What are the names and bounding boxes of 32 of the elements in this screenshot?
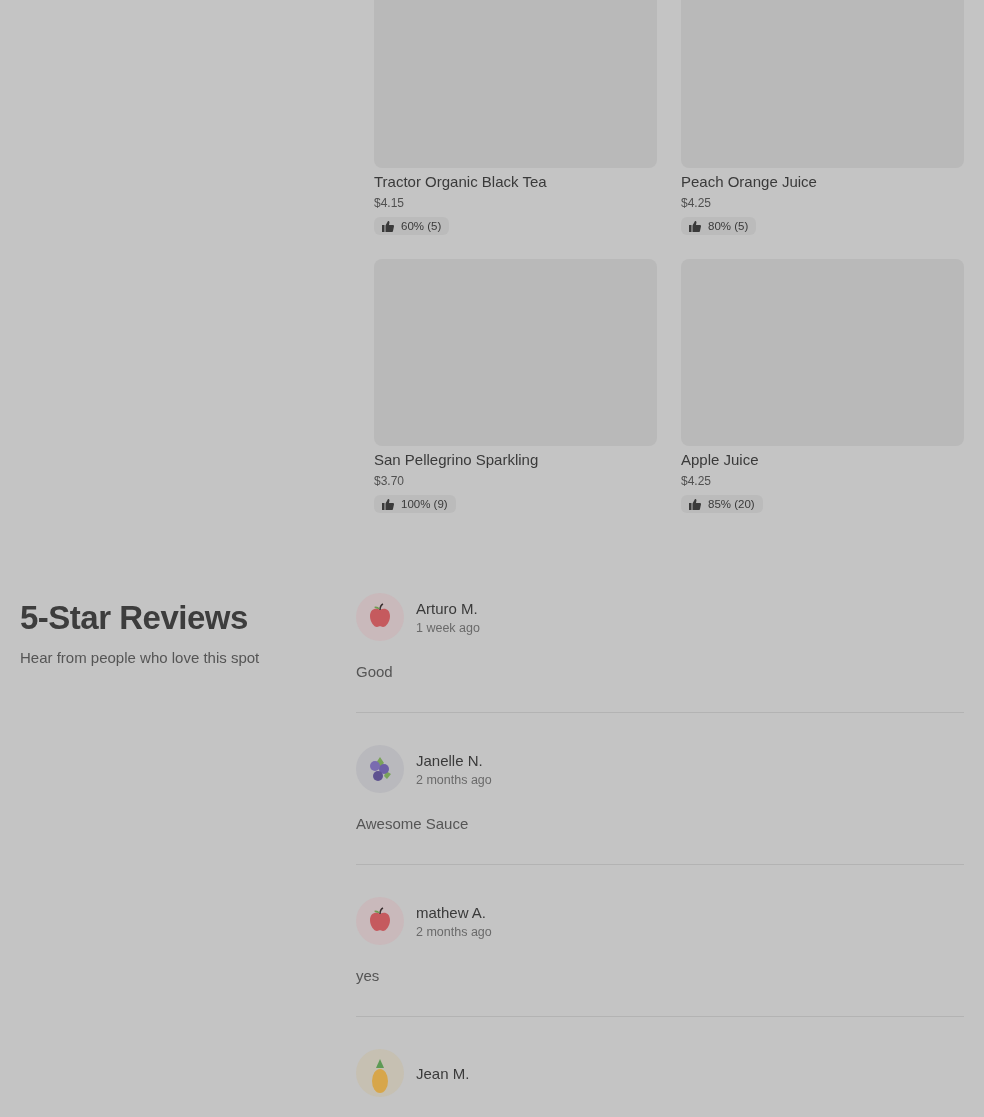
pineapple-avatar <box>356 1049 404 1097</box>
reviewer-name: mathew A. <box>416 903 488 921</box>
apple-avatar <box>356 897 404 945</box>
reviewer-name: Janelle N. <box>416 751 484 769</box>
rating-text: 60% (5) <box>401 220 442 232</box>
apple-avatar <box>356 593 404 641</box>
reviewer-name: Jean M. <box>416 1064 470 1082</box>
review-time: 2 months ago <box>416 924 492 939</box>
review-time: 2 months ago <box>416 772 492 787</box>
thumbs-up-icon <box>689 220 701 232</box>
product-price: $4.25 <box>681 195 712 211</box>
review-text: Awesome Sauce <box>356 815 470 832</box>
product-price: $4.25 <box>681 473 712 489</box>
rating-text: 80% (5) <box>708 220 749 232</box>
review-text: Good <box>356 663 394 680</box>
thumbs-up-icon <box>689 498 701 510</box>
reviewer-name: Arturo M. <box>416 599 479 617</box>
review-time: 1 week ago <box>416 620 480 635</box>
product-name: Peach Orange Juice <box>681 172 817 192</box>
berries-avatar <box>356 745 404 793</box>
product-name: Apple Juice <box>681 450 759 470</box>
review-text: yes <box>356 967 381 984</box>
product-name: San Pellegrino Sparkling <box>374 450 539 470</box>
section-subtitle: Hear from people who love this spot <box>20 649 261 666</box>
product-name: Tractor Organic Black Tea <box>374 172 547 192</box>
thumbs-up-icon <box>382 498 394 510</box>
product-price: $4.15 <box>374 195 405 211</box>
product-price: $3.70 <box>374 473 405 489</box>
rating-text: 85% (20) <box>708 498 755 510</box>
section-title: 5-Star Reviews <box>20 599 249 637</box>
rating-text: 100% (9) <box>401 498 448 510</box>
thumbs-up-icon <box>382 220 394 232</box>
